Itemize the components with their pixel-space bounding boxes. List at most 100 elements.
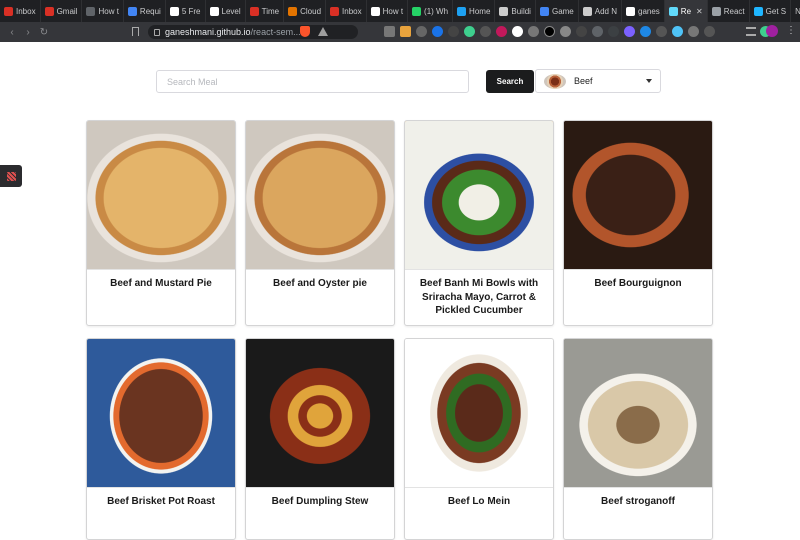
extension-icon[interactable] [464, 26, 475, 37]
extension-icon[interactable] [608, 26, 619, 37]
forward-icon[interactable]: › [20, 27, 36, 38]
meal-image [246, 338, 394, 487]
reading-list-icon[interactable] [746, 27, 756, 36]
tab-label: New Tab [795, 6, 800, 16]
extension-icon[interactable] [656, 26, 667, 37]
meal-title: Beef Lo Mein [405, 486, 553, 539]
tab-favicon-icon [249, 6, 259, 16]
bookmark-icon[interactable] [132, 27, 139, 36]
browser-tab[interactable]: New Tab [791, 0, 800, 22]
browser-tab[interactable]: Game [536, 0, 579, 22]
meal-image [405, 121, 553, 269]
search-button[interactable]: Search [486, 70, 534, 93]
tab-label: Cloud [300, 6, 322, 16]
meal-card[interactable]: Beef Dumpling Stew [245, 337, 395, 540]
meal-card[interactable]: Beef Brisket Pot Roast [86, 337, 236, 540]
meal-image [87, 121, 235, 269]
rewards-icon[interactable] [318, 27, 328, 36]
extension-icon[interactable] [560, 26, 571, 37]
tab-label: Time [261, 6, 280, 16]
meal-grid: Beef and Mustard Pie Beef and Oyster pie B… [86, 120, 713, 540]
meal-card[interactable]: Beef stroganoff [563, 337, 713, 540]
search-input[interactable] [156, 70, 469, 93]
category-selected-label: Beef [574, 76, 593, 86]
browser-tab[interactable]: Home [453, 0, 496, 22]
tab-favicon-icon [370, 6, 380, 16]
browser-tab-strip: Inbox Gmail How t Requi 5 Fre Level Time Cloud I… [0, 0, 800, 22]
meal-image [564, 338, 712, 487]
browser-tab[interactable]: Requi [124, 0, 166, 22]
url-text: ganeshmani.github.io/react-sem... [165, 27, 301, 37]
tab-label: Buildi [511, 6, 531, 16]
category-dropdown[interactable]: Beef [535, 69, 661, 93]
extensions-row [384, 26, 715, 37]
browser-tab[interactable]: Inbox [0, 0, 41, 22]
tab-favicon-icon [457, 6, 467, 16]
browser-tab[interactable]: Re ✕ [664, 0, 708, 22]
tab-label: How t [382, 6, 404, 16]
meal-card[interactable]: Beef Bourguignon [563, 120, 713, 326]
tab-label: React [723, 6, 745, 16]
extension-icon[interactable] [592, 26, 603, 37]
meal-card[interactable]: Beef Banh Mi Bowls with Sriracha Mayo, C… [404, 120, 554, 326]
tab-favicon-icon [127, 6, 137, 16]
meal-card[interactable]: Beef Lo Mein [404, 337, 554, 540]
extension-icon[interactable] [448, 26, 459, 37]
tab-label: Requi [139, 6, 161, 16]
extension-icon[interactable] [480, 26, 491, 37]
brave-shield-icon[interactable] [300, 26, 310, 37]
profile-avatar[interactable] [766, 25, 778, 37]
tab-close-icon[interactable]: ✕ [696, 7, 703, 16]
extension-icon[interactable] [624, 26, 635, 37]
reload-icon[interactable]: ↻ [36, 27, 52, 38]
meal-title: Beef Brisket Pot Roast [87, 486, 235, 539]
tab-label: ganes [638, 6, 660, 16]
extension-icon[interactable] [544, 26, 555, 37]
browser-tab[interactable]: Inbox [326, 0, 367, 22]
browser-tab[interactable]: (1) Wh [408, 0, 454, 22]
extension-icon[interactable] [672, 26, 683, 37]
chevron-down-icon [646, 79, 652, 83]
back-icon[interactable]: ‹ [4, 27, 20, 38]
extension-icon[interactable] [400, 26, 411, 37]
extension-icon[interactable] [512, 26, 523, 37]
extension-icon[interactable] [704, 26, 715, 37]
floating-widget[interactable] [0, 165, 22, 187]
meal-image [246, 121, 394, 269]
browser-tab[interactable]: ganes [622, 0, 665, 22]
tab-favicon-icon [412, 6, 422, 16]
extension-icon[interactable] [416, 26, 427, 37]
browser-tab[interactable]: How t [367, 0, 409, 22]
tab-favicon-icon [169, 6, 179, 16]
meal-card[interactable]: Beef and Mustard Pie [86, 120, 236, 326]
tab-favicon-icon [539, 6, 549, 16]
browser-tab[interactable]: Cloud [284, 0, 327, 22]
tab-favicon-icon [711, 6, 721, 16]
tab-favicon-icon [44, 6, 54, 16]
browser-tab[interactable]: Time [246, 0, 285, 22]
tab-label: Inbox [16, 6, 36, 16]
browser-tab[interactable]: Gmail [41, 0, 83, 22]
tab-favicon-icon [86, 6, 96, 16]
browser-tab[interactable]: 5 Fre [166, 0, 206, 22]
browser-tab[interactable]: Level [206, 0, 246, 22]
tab-label: Inbox [342, 6, 362, 16]
browser-tab[interactable]: Buildi [495, 0, 536, 22]
meal-card[interactable]: Beef and Oyster pie [245, 120, 395, 326]
tab-favicon-icon [330, 6, 340, 16]
extension-icon[interactable] [576, 26, 587, 37]
browser-tab[interactable]: How t [82, 0, 124, 22]
extension-icon[interactable] [640, 26, 651, 37]
extension-icon[interactable] [384, 26, 395, 37]
browser-tab[interactable]: Get S [750, 0, 792, 22]
tab-label: Level [221, 6, 241, 16]
extension-icon[interactable] [432, 26, 443, 37]
widget-icon [6, 171, 16, 181]
browser-tab[interactable]: React [708, 0, 750, 22]
browser-tab[interactable]: Add N [579, 0, 622, 22]
tab-label: Re [680, 6, 692, 16]
extension-icon[interactable] [496, 26, 507, 37]
menu-icon[interactable]: ⋮ [786, 25, 796, 36]
extension-icon[interactable] [528, 26, 539, 37]
extension-icon[interactable] [688, 26, 699, 37]
